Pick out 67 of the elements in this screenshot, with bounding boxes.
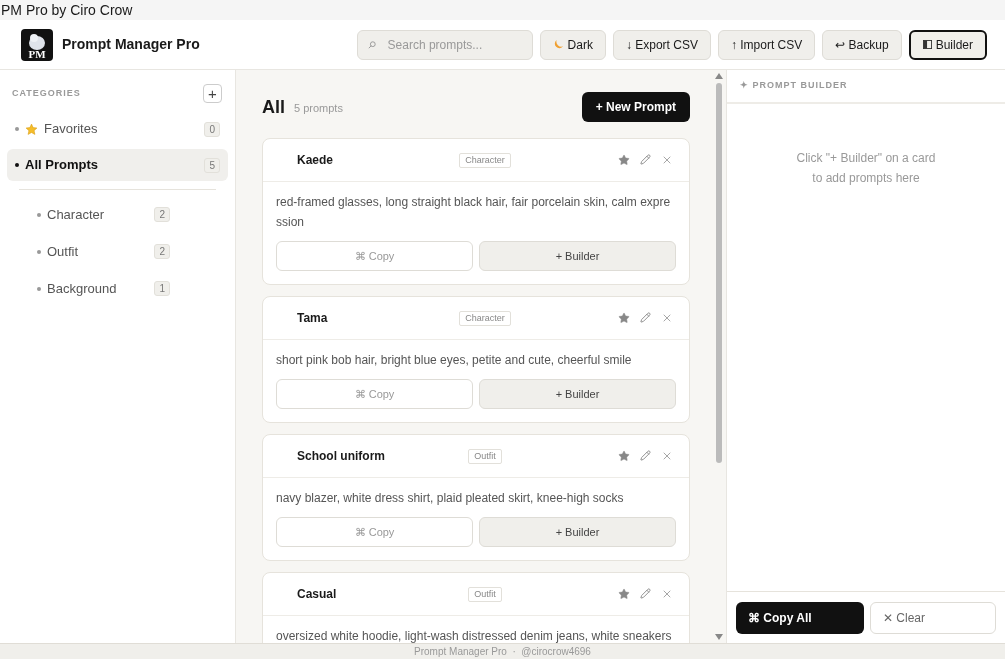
count-badge: 5	[204, 157, 220, 173]
add-to-builder-button[interactable]: + Builder	[479, 379, 676, 409]
search-field[interactable]: Search prompts...	[356, 29, 533, 60]
toolbar-button[interactable]: ↓ Export CSV	[612, 29, 711, 60]
sidebar-item[interactable]: All Prompts 5	[7, 149, 228, 181]
edit-icon[interactable]	[640, 154, 651, 165]
add-category-button[interactable]: +	[203, 84, 222, 103]
prompt-text: navy blazer, white dress shirt, plaid pleated skirt, knee-high socks	[276, 490, 625, 507]
moon-icon	[552, 39, 564, 50]
favorite-icon[interactable]	[618, 154, 630, 166]
edit-icon[interactable]	[640, 450, 651, 461]
new-prompt-button[interactable]: + New Prompt	[581, 92, 690, 122]
app-name: Prompt Manager Pro	[62, 35, 200, 54]
prompt-title: School uniform	[297, 448, 386, 465]
category-tag: Character	[459, 152, 511, 168]
panel-icon	[922, 40, 932, 49]
empty-hint: Click "+ Builder" on a card	[796, 150, 936, 167]
sidebar-item[interactable]: Favorites 0	[7, 113, 228, 145]
delete-icon[interactable]	[661, 450, 673, 462]
add-to-builder-button[interactable]: + Builder	[479, 241, 676, 271]
app-logo: PM	[21, 28, 53, 61]
clear-button[interactable]: ✕ Clear	[870, 601, 996, 634]
toolbar-button[interactable]: ↩ Backup	[822, 29, 902, 60]
favorite-icon[interactable]	[618, 312, 630, 324]
prompt-title: Casual	[297, 586, 338, 603]
category-label: Outfit	[47, 242, 80, 261]
window-title: PM Pro by Ciro Crow	[1, 3, 133, 17]
builder-heading: ✦ PROMPT BUILDER	[740, 79, 848, 93]
star-icon	[25, 122, 38, 136]
sidebar-heading: CATEGORIES	[12, 86, 81, 100]
toolbar-button[interactable]: Dark	[539, 29, 606, 60]
favorite-icon[interactable]	[618, 588, 630, 600]
prompt-title: Kaede	[297, 152, 335, 169]
count-badge: 2	[154, 207, 170, 222]
sidebar-item[interactable]: Outfit 2	[7, 235, 228, 268]
sidebar-item[interactable]: Background 1	[7, 272, 228, 305]
footer-text: Prompt Manager Pro · @cirocrow4696	[414, 645, 591, 659]
sidebar-item[interactable]: Character 2	[7, 198, 228, 231]
category-tag: Outfit	[468, 586, 502, 602]
count-badge: 0	[204, 121, 220, 137]
prompt-text: oversized white hoodie, light-wash distressed denim jeans, white sneakers	[276, 628, 673, 643]
empty-hint: to add prompts here	[812, 170, 920, 187]
category-label: Background	[47, 279, 118, 298]
section-title: All	[262, 95, 285, 119]
category-tag: Character	[459, 310, 511, 326]
favorite-icon[interactable]	[618, 450, 630, 462]
category-label: Character	[47, 205, 106, 224]
delete-icon[interactable]	[661, 588, 673, 600]
edit-icon[interactable]	[640, 588, 651, 599]
toolbar-button[interactable]: ↑ Import CSV	[717, 29, 816, 60]
prompt-count: 5 prompts	[294, 101, 343, 117]
scrollbar-thumb[interactable]	[716, 83, 722, 463]
delete-icon[interactable]	[661, 312, 673, 324]
category-tag: Outfit	[468, 448, 502, 464]
count-badge: 2	[154, 244, 170, 259]
search-icon	[367, 40, 376, 49]
toolbar-button[interactable]: Builder	[908, 29, 987, 60]
category-label: Favorites	[44, 120, 99, 139]
count-badge: 1	[154, 281, 170, 296]
delete-icon[interactable]	[661, 154, 673, 166]
add-to-builder-button[interactable]: + Builder	[479, 517, 676, 547]
copy-all-button[interactable]: ⌘ Copy All	[736, 601, 864, 634]
category-label: All Prompts	[25, 156, 99, 175]
prompt-text: red-framed glasses, long straight black hair, fair porcelain skin, calm expre ssion	[276, 194, 672, 231]
prompt-text: short pink bob hair, bright blue eyes, petite and cute, cheerful smile	[276, 352, 633, 369]
edit-icon[interactable]	[640, 312, 651, 323]
prompt-title: Tama	[297, 310, 329, 327]
